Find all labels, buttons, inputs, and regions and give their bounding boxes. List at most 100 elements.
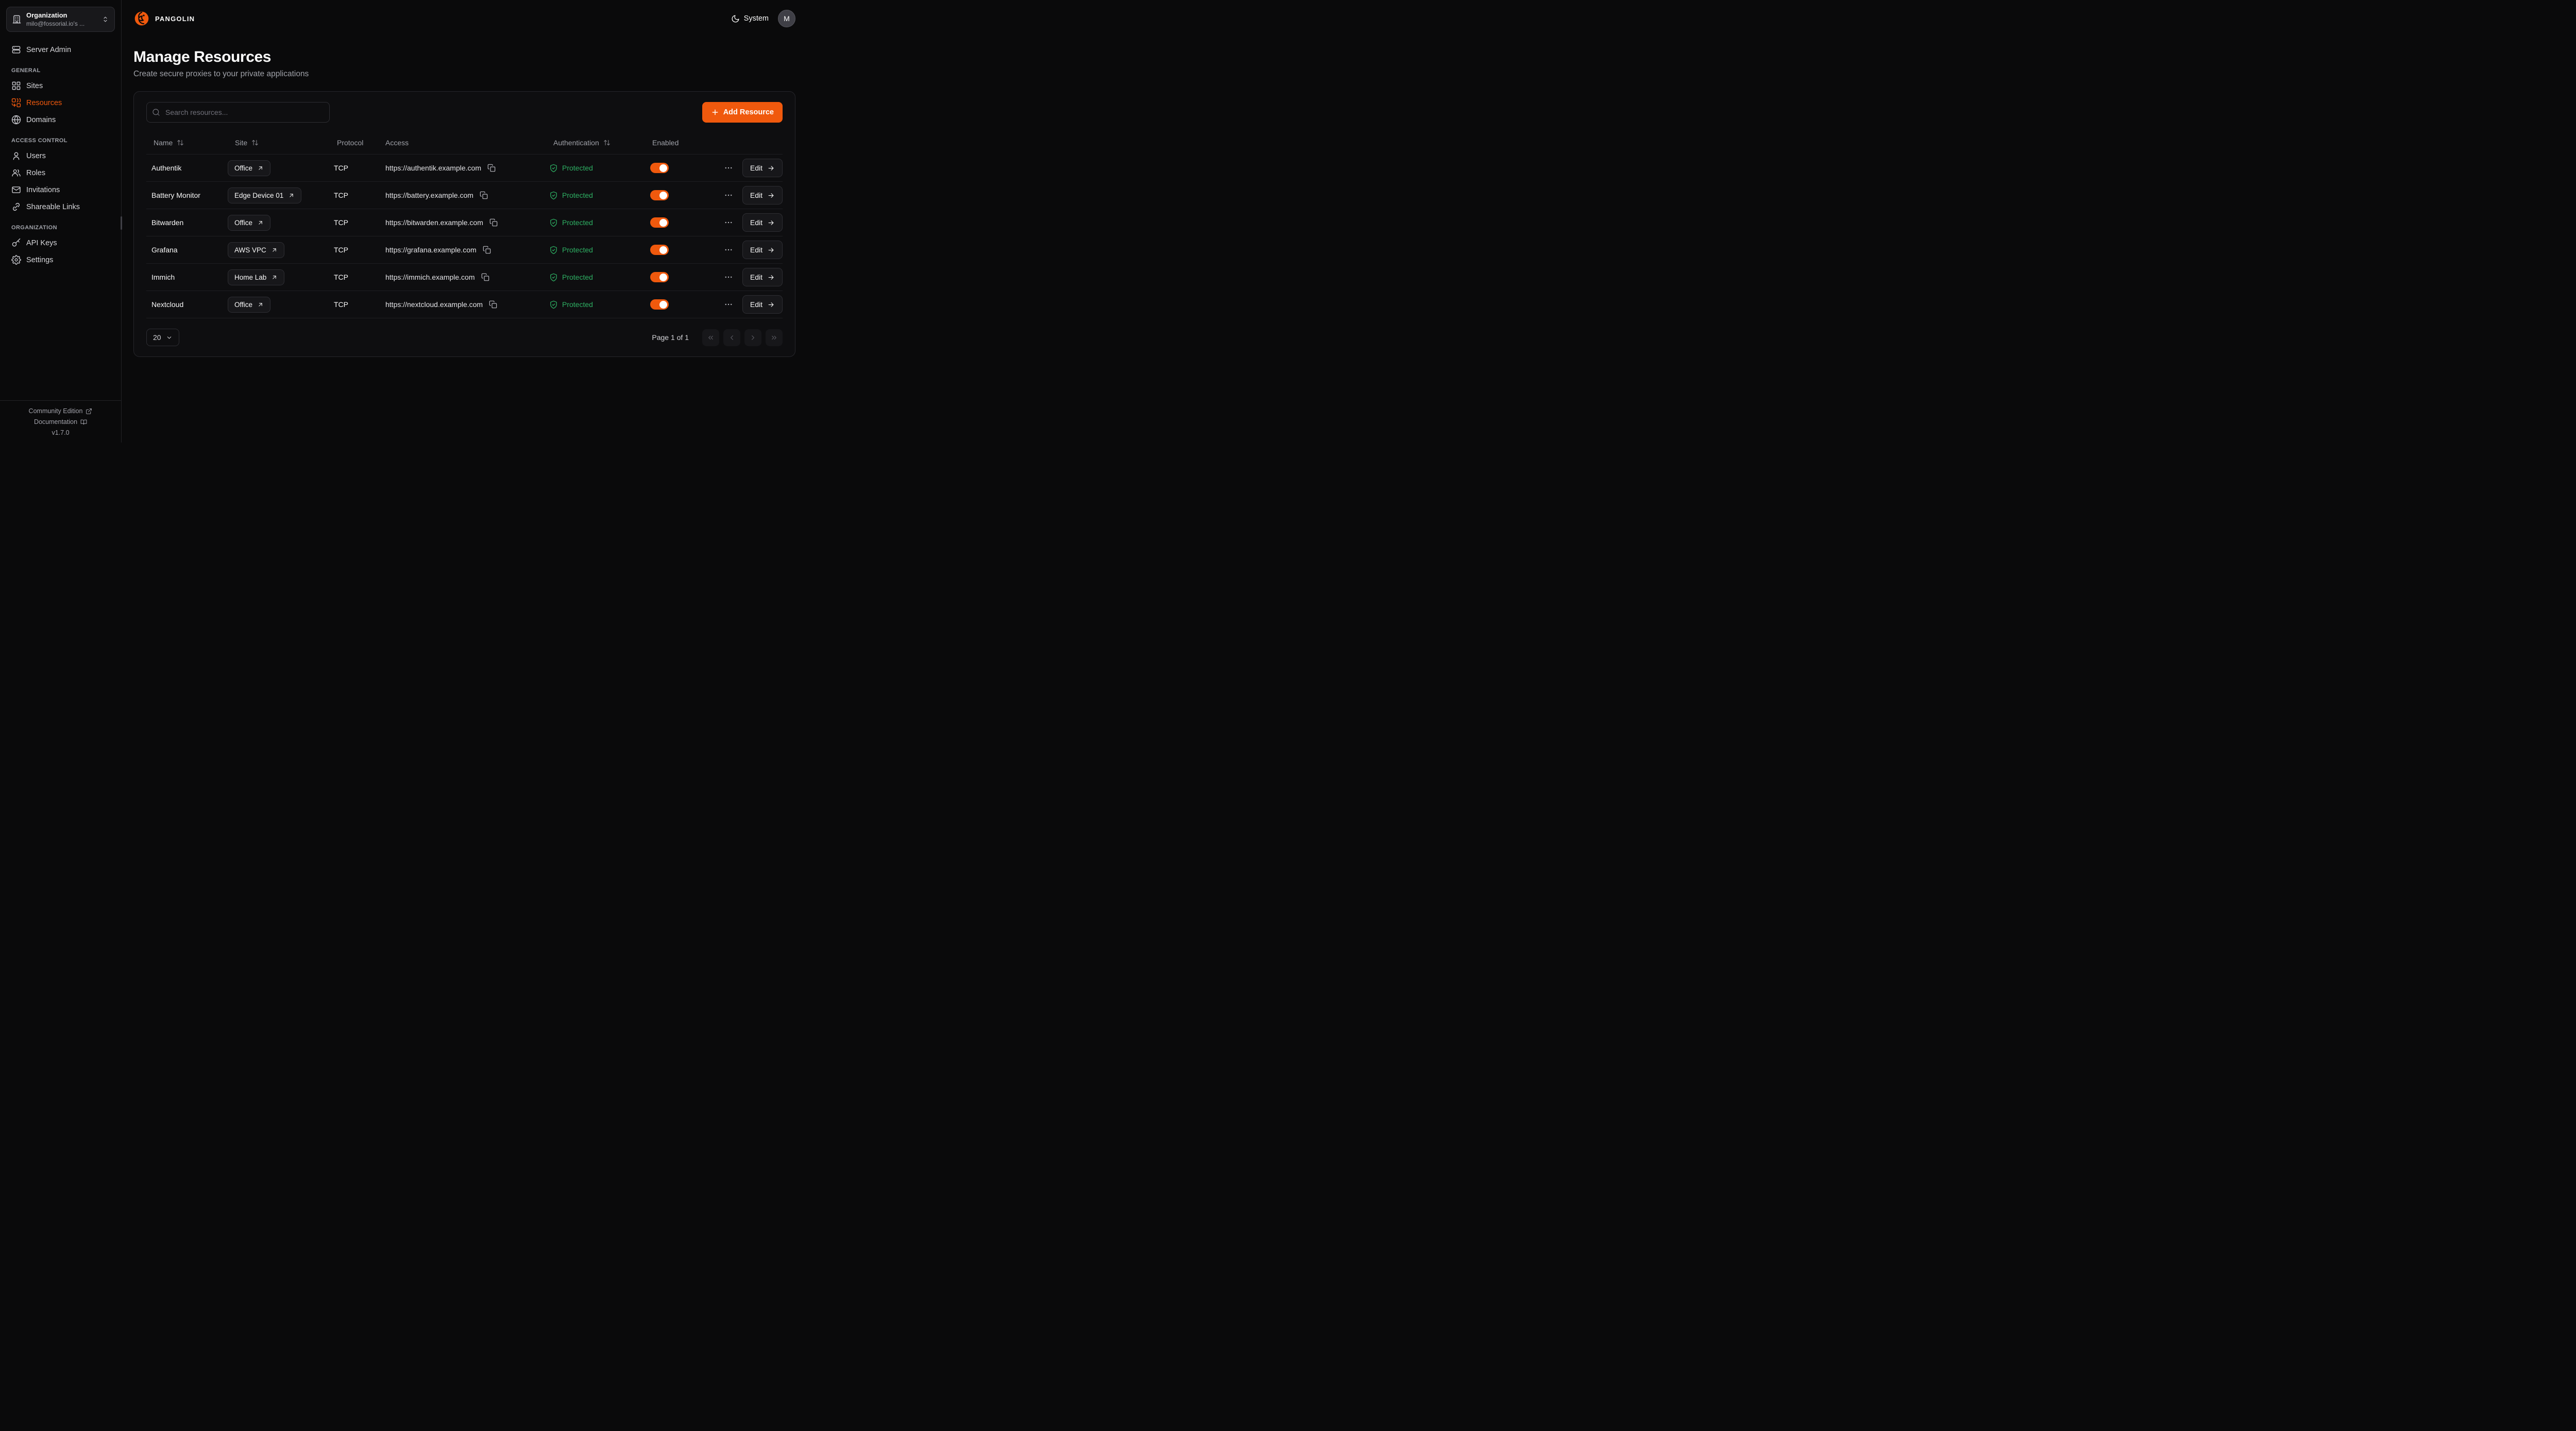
arrow-up-right-icon bbox=[271, 274, 278, 281]
row-menu-button[interactable] bbox=[722, 245, 735, 254]
site-link-button[interactable]: Office bbox=[228, 297, 270, 313]
resource-protocol: TCP bbox=[330, 246, 385, 254]
enabled-toggle[interactable] bbox=[650, 272, 669, 282]
chevrons-up-down-icon bbox=[101, 15, 109, 23]
shield-check-icon bbox=[549, 218, 558, 227]
search-input[interactable] bbox=[146, 102, 330, 123]
sidebar-item-label: Domains bbox=[26, 116, 56, 124]
table-header: Name Site Protocol Access Authentication… bbox=[146, 131, 783, 155]
page-subtitle: Create secure proxies to your private ap… bbox=[133, 70, 795, 79]
resource-url: https://authentik.example.com bbox=[385, 164, 481, 172]
sidebar: Organization milo@fossorial.io's ... Ser… bbox=[0, 0, 122, 442]
sidebar-item-settings[interactable]: Settings bbox=[6, 251, 115, 268]
copy-url-button[interactable] bbox=[482, 245, 492, 255]
edit-button[interactable]: Edit bbox=[742, 241, 783, 259]
resource-url: https://grafana.example.com bbox=[385, 246, 477, 254]
site-link-button[interactable]: Home Lab bbox=[228, 269, 284, 285]
main-content: PANGOLIN System M Manage Resources Creat… bbox=[122, 0, 808, 442]
external-link-icon bbox=[86, 408, 92, 415]
pagination-prev-button[interactable] bbox=[723, 329, 740, 346]
copy-url-button[interactable] bbox=[488, 299, 498, 310]
row-menu-button[interactable] bbox=[722, 218, 735, 227]
column-header-site[interactable]: Site bbox=[228, 139, 330, 147]
arrow-up-right-icon bbox=[257, 165, 264, 172]
arrow-up-right-icon bbox=[288, 192, 295, 199]
site-name: Home Lab bbox=[234, 274, 266, 281]
resource-protocol: TCP bbox=[330, 300, 385, 309]
pagination-last-button[interactable] bbox=[766, 329, 783, 346]
resource-protocol: TCP bbox=[330, 273, 385, 281]
theme-selector[interactable]: System bbox=[731, 14, 769, 23]
edit-button[interactable]: Edit bbox=[742, 213, 783, 232]
row-menu-button[interactable] bbox=[722, 300, 735, 309]
site-name: Office bbox=[234, 164, 252, 172]
sidebar-item-roles[interactable]: Roles bbox=[6, 164, 115, 181]
ellipsis-icon bbox=[724, 163, 733, 173]
enabled-toggle[interactable] bbox=[650, 217, 669, 228]
site-link-button[interactable]: Office bbox=[228, 215, 270, 231]
version-label: v1.7.0 bbox=[52, 429, 69, 436]
section-title-access-control: ACCESS CONTROL bbox=[6, 138, 115, 144]
sidebar-item-label: API Keys bbox=[26, 239, 57, 247]
sidebar-item-sites[interactable]: Sites bbox=[6, 77, 115, 94]
enabled-toggle[interactable] bbox=[650, 245, 669, 255]
copy-url-button[interactable] bbox=[479, 190, 489, 200]
edit-label: Edit bbox=[750, 273, 762, 281]
column-header-name[interactable]: Name bbox=[146, 139, 228, 147]
auth-status: Protected bbox=[562, 300, 593, 309]
community-edition-link[interactable]: Community Edition bbox=[29, 407, 93, 415]
row-menu-button[interactable] bbox=[722, 163, 735, 173]
brand-name: PANGOLIN bbox=[155, 15, 195, 23]
row-menu-button[interactable] bbox=[722, 191, 735, 200]
edit-button[interactable]: Edit bbox=[742, 295, 783, 314]
documentation-link[interactable]: Documentation bbox=[34, 418, 87, 425]
table-row: Battery Monitor Edge Device 01 TCP https… bbox=[146, 182, 783, 209]
site-name: Office bbox=[234, 219, 252, 227]
search-icon bbox=[152, 108, 160, 116]
enabled-toggle[interactable] bbox=[650, 163, 669, 173]
copy-icon bbox=[487, 164, 496, 172]
page-size-select[interactable]: 20 bbox=[146, 329, 179, 346]
copy-icon bbox=[480, 191, 488, 199]
copy-url-button[interactable] bbox=[480, 272, 490, 282]
chevron-left-icon bbox=[728, 334, 736, 342]
resources-card: Add Resource Name Site Protocol Access A… bbox=[133, 91, 795, 357]
sidebar-item-users[interactable]: Users bbox=[6, 147, 115, 164]
enabled-toggle[interactable] bbox=[650, 190, 669, 200]
add-resource-button[interactable]: Add Resource bbox=[702, 102, 783, 123]
ellipsis-icon bbox=[724, 218, 733, 227]
sidebar-item-invitations[interactable]: Invitations bbox=[6, 181, 115, 198]
enabled-toggle[interactable] bbox=[650, 299, 669, 310]
sidebar-item-shareable-links[interactable]: Shareable Links bbox=[6, 198, 115, 215]
edit-button[interactable]: Edit bbox=[742, 159, 783, 177]
sidebar-item-resources[interactable]: Resources bbox=[6, 94, 115, 111]
sidebar-item-domains[interactable]: Domains bbox=[6, 111, 115, 128]
copy-url-button[interactable] bbox=[486, 163, 497, 173]
sidebar-scrollbar-thumb[interactable] bbox=[121, 216, 122, 230]
pangolin-logo-icon bbox=[133, 10, 150, 27]
shield-check-icon bbox=[549, 191, 558, 200]
pagination-next-button[interactable] bbox=[744, 329, 761, 346]
pagination-first-button[interactable] bbox=[702, 329, 719, 346]
edit-button[interactable]: Edit bbox=[742, 268, 783, 286]
sidebar-footer: Community Edition Documentation v1.7.0 bbox=[0, 400, 121, 442]
arrow-right-icon bbox=[767, 274, 775, 281]
org-label: Organization bbox=[26, 11, 97, 19]
site-link-button[interactable]: Edge Device 01 bbox=[228, 188, 301, 203]
edit-label: Edit bbox=[750, 246, 762, 254]
row-menu-button[interactable] bbox=[722, 272, 735, 282]
site-link-button[interactable]: Office bbox=[228, 160, 270, 176]
site-link-button[interactable]: AWS VPC bbox=[228, 242, 284, 258]
copy-url-button[interactable] bbox=[488, 217, 499, 228]
org-selector[interactable]: Organization milo@fossorial.io's ... bbox=[6, 7, 115, 32]
edit-button[interactable]: Edit bbox=[742, 186, 783, 205]
resource-name: Battery Monitor bbox=[146, 191, 228, 199]
arrow-up-right-icon bbox=[271, 247, 278, 253]
avatar[interactable]: M bbox=[778, 10, 795, 27]
table-footer: 20 Page 1 of 1 bbox=[146, 329, 783, 346]
column-header-protocol: Protocol bbox=[330, 139, 385, 147]
sidebar-item-server-admin[interactable]: Server Admin bbox=[6, 41, 115, 58]
copy-icon bbox=[481, 273, 489, 281]
sidebar-item-api-keys[interactable]: API Keys bbox=[6, 234, 115, 251]
column-header-authentication[interactable]: Authentication bbox=[549, 139, 650, 147]
